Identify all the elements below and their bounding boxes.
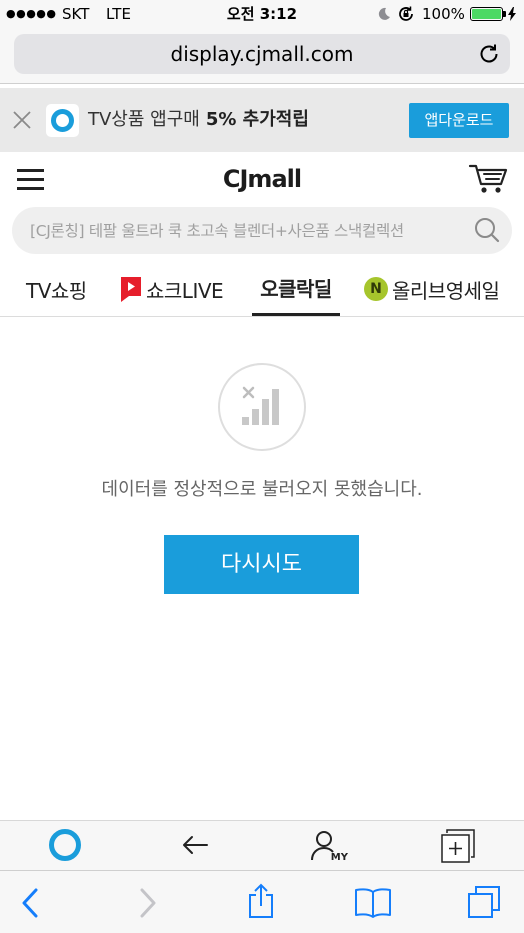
forward-chevron-icon[interactable] xyxy=(139,888,157,918)
address-bar[interactable]: display.cjmall.com xyxy=(14,34,510,74)
cart-icon[interactable] xyxy=(468,162,508,196)
tab-label: 오클락딜 xyxy=(260,277,332,301)
share-icon[interactable] xyxy=(246,883,276,919)
tab-label: 올리브영세일 xyxy=(392,278,500,303)
tab-tv-shopping[interactable]: TV쇼핑 xyxy=(26,262,87,316)
network-type: LTE xyxy=(106,5,131,23)
app-download-banner: TV상품 앱구매 5% 추가적립 앱다운로드 xyxy=(0,88,524,152)
browser-toolbar xyxy=(0,870,524,933)
bookmarks-icon[interactable] xyxy=(354,887,392,919)
banner-text: TV상품 앱구매 xyxy=(88,109,200,130)
browser-address-area: display.cjmall.com xyxy=(0,28,524,84)
tabs-icon[interactable] xyxy=(467,885,501,919)
tab-label: TV쇼핑 xyxy=(26,278,87,303)
back-arrow-icon[interactable] xyxy=(181,834,209,856)
tab-shock-live[interactable]: 쇼크LIVE xyxy=(120,262,224,316)
menu-icon-bar xyxy=(17,169,44,172)
category-tabs: TV쇼핑 쇼크LIVE 오클락딜 N 올리브영세일 xyxy=(0,262,524,316)
tab-label: 쇼크LIVE xyxy=(146,278,224,303)
error-message: 데이터를 정상적으로 불러오지 못했습니다. xyxy=(101,479,423,500)
my-label: MY xyxy=(330,852,348,863)
back-chevron-icon[interactable] xyxy=(21,888,39,918)
search-icon[interactable] xyxy=(474,217,500,243)
search-bar xyxy=(12,207,512,254)
menu-icon-bar xyxy=(17,187,44,190)
app-toolbar: MY xyxy=(0,820,524,870)
home-ring-icon[interactable] xyxy=(49,829,81,861)
hamburger-menu-icon[interactable] xyxy=(17,168,44,190)
close-icon[interactable] xyxy=(12,110,32,130)
battery-fill xyxy=(472,9,501,19)
site-header: CJmall xyxy=(0,152,524,207)
cjmall-logo[interactable]: CJmall xyxy=(162,164,362,194)
new-tab-plus-icon[interactable] xyxy=(441,829,475,863)
orientation-lock-icon xyxy=(397,5,415,23)
banner-highlight: 5% 추가적립 xyxy=(205,109,309,130)
battery-percent: 100% xyxy=(422,5,465,23)
app-logo-ring xyxy=(51,109,74,132)
moon-icon xyxy=(377,7,391,21)
tabs-divider xyxy=(0,316,524,317)
status-bar: ●●●●● SKT LTE 오전 3:12 100% xyxy=(0,0,524,28)
tab-oclock-deal[interactable]: 오클락딜 xyxy=(252,262,340,316)
no-signal-icon xyxy=(218,363,306,451)
tab-oliveyoung-sale[interactable]: N 올리브영세일 xyxy=(364,262,500,316)
app-download-button[interactable]: 앱다운로드 xyxy=(409,103,509,138)
clock: 오전 3:12 xyxy=(226,5,298,23)
signal-strength: ●●●●● xyxy=(6,7,57,20)
search-input[interactable] xyxy=(30,207,470,254)
my-page-icon[interactable]: MY xyxy=(310,829,348,863)
menu-icon-bar xyxy=(17,178,44,181)
app-logo-icon xyxy=(46,104,79,137)
refresh-icon[interactable] xyxy=(478,43,500,65)
battery-tip xyxy=(503,11,506,17)
carrier-name: SKT xyxy=(62,5,90,23)
banner-message: TV상품 앱구매 5% 추가적립 xyxy=(88,107,309,133)
url-text[interactable]: display.cjmall.com xyxy=(54,34,470,74)
retry-button[interactable]: 다시시도 xyxy=(164,535,359,594)
charging-bolt-icon xyxy=(508,7,516,21)
battery-icon xyxy=(470,7,506,21)
new-badge-icon: N xyxy=(364,277,388,301)
live-play-icon xyxy=(120,275,142,303)
